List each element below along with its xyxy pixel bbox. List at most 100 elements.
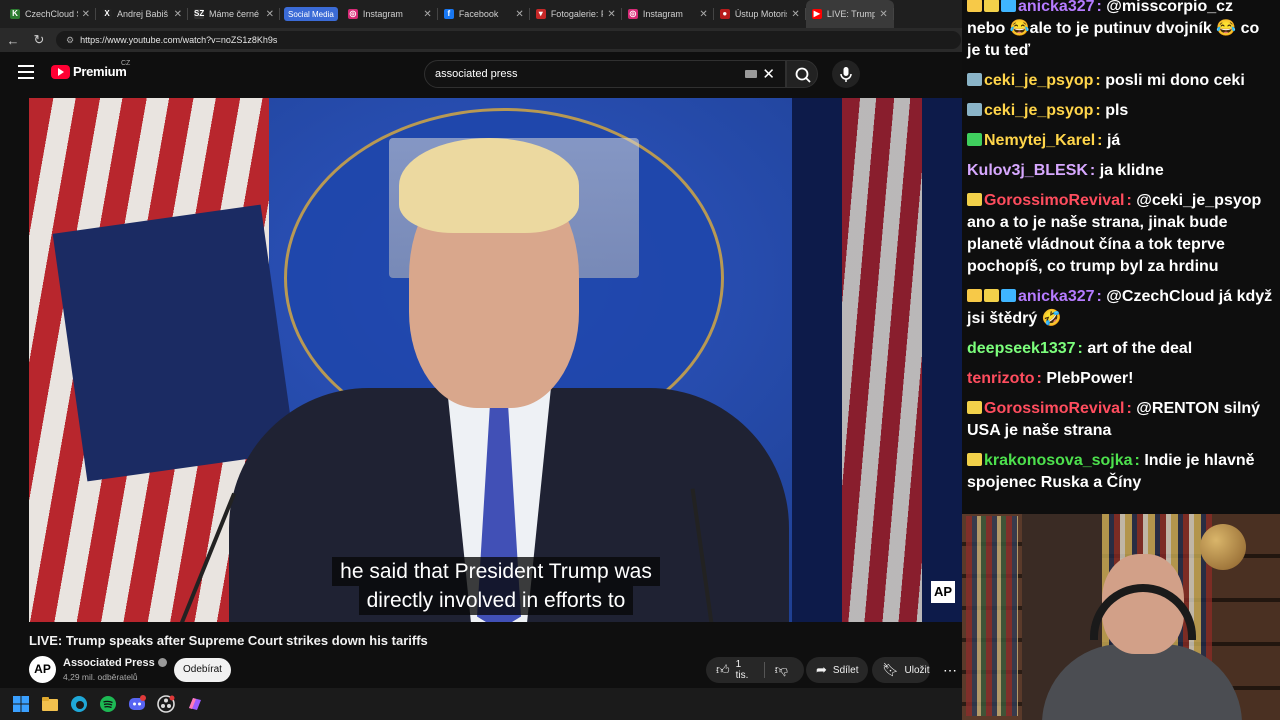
browser-tab[interactable]: SZ Máme černé na ✕ <box>188 0 280 28</box>
site-info-icon[interactable]: ⚙ <box>66 35 74 46</box>
copilot-icon[interactable] <box>184 693 206 715</box>
chat-text: já <box>1106 132 1121 149</box>
ap-watermark: AP <box>931 581 955 603</box>
chat-username[interactable]: Kulov3j_BLESK <box>967 162 1088 179</box>
back-arrow-icon[interactable]: ← <box>0 33 26 48</box>
search-query: associated press <box>435 68 518 80</box>
clap-badge-icon <box>967 401 982 414</box>
chat-username[interactable]: ceki_je_psyop <box>984 102 1093 119</box>
caption-line-1: he said that President Trump was <box>332 557 660 586</box>
youtube-premium-logo[interactable]: Premium CZ <box>51 60 130 79</box>
caption-line-2: directly involved in efforts to <box>358 586 634 615</box>
subscribe-button[interactable]: Odebírat <box>174 658 231 682</box>
thumbs-down-icon[interactable]: 👎︎ <box>775 662 788 678</box>
tab-label: LIVE: Trump <box>826 9 876 19</box>
chat-message: GorossimoRevival: @ceki_je_psyop ano a t… <box>967 192 1262 275</box>
gem-badge-icon <box>967 133 982 146</box>
chat-message: GorossimoRevival: @RENTON silný USA je n… <box>967 400 1261 439</box>
browser-tab[interactable]: ◎ Instagram ✕ <box>342 0 438 28</box>
tab-close-icon[interactable]: ✕ <box>699 9 707 20</box>
chat-username[interactable]: Nemytej_Karel <box>984 132 1095 149</box>
spotify-icon[interactable] <box>97 693 119 715</box>
discord-icon[interactable] <box>126 693 148 715</box>
speaker-hair <box>399 138 579 233</box>
chat-message: anicka327: @misscorpio_cz nebo 😂ale to j… <box>967 0 1260 59</box>
share-arrow-icon: ➦ <box>816 662 827 677</box>
windows-taskbar <box>0 688 962 720</box>
chat-message: Nemytej_Karel: já <box>967 130 1274 152</box>
chat-text: art of the deal <box>1087 340 1193 357</box>
youtube-header: Premium CZ associated press ✕ <box>0 52 962 94</box>
chat-username[interactable]: deepseek1337 <box>967 340 1076 357</box>
clear-search-icon[interactable]: ✕ <box>762 65 775 83</box>
share-label: Sdílet <box>832 664 859 676</box>
edge-browser-icon[interactable] <box>68 693 90 715</box>
browser-tab[interactable]: K CzechCloud Stre ✕ <box>4 0 96 28</box>
chat-message: anicka327: @CzechCloud já když jsi štědr… <box>967 288 1273 327</box>
tab-close-icon[interactable]: ✕ <box>607 9 615 20</box>
flag-right-stripes <box>842 98 922 622</box>
tab-close-icon[interactable]: ✕ <box>879 9 887 20</box>
video-title: LIVE: Trump speaks after Supreme Court s… <box>29 633 428 648</box>
browser-tab[interactable]: f Facebook ✕ <box>438 0 530 28</box>
url-field[interactable]: ⚙ https://www.youtube.com/watch?v=noZS1z… <box>56 31 961 49</box>
channel-name-row[interactable]: Associated Press <box>63 657 167 669</box>
chat-message: Kulov3j_BLESK: ja klidne <box>967 162 1164 179</box>
video-player[interactable]: AP <box>29 98 962 622</box>
share-button[interactable]: ➦ Sdílet <box>806 657 868 683</box>
channel-avatar[interactable]: AP <box>29 656 56 683</box>
tab-close-icon[interactable]: ✕ <box>82 9 90 20</box>
more-actions-icon[interactable]: ⋯ <box>938 657 962 683</box>
crown-badge-icon <box>967 0 982 12</box>
crown-badge-icon <box>967 289 982 302</box>
hamburger-menu-icon[interactable] <box>18 65 34 79</box>
tab-label: Facebook <box>458 9 499 19</box>
search-icon <box>795 67 811 83</box>
save-label: Uložit <box>904 664 930 676</box>
tab-favicon-icon: X <box>102 9 112 19</box>
tab-close-icon[interactable]: ✕ <box>791 9 799 20</box>
keyboard-icon[interactable] <box>745 70 757 78</box>
tab-label: Andrej Babiš na <box>117 9 170 19</box>
search-button[interactable] <box>786 60 818 88</box>
tab-close-icon[interactable]: ✕ <box>423 9 431 20</box>
tab-close-icon[interactable]: ✕ <box>174 9 182 20</box>
browser-tab[interactable]: ● Ústup Motoristů✕ <box>714 0 806 28</box>
tab-close-icon[interactable]: ✕ <box>515 9 523 20</box>
chat-username[interactable]: GorossimoRevival <box>984 400 1125 417</box>
chat-username[interactable]: krakonosova_sojka <box>984 452 1133 469</box>
search-input[interactable]: associated press ✕ <box>424 60 786 88</box>
logo-wordmark: Premium <box>73 64 127 79</box>
chat-text: PlebPower! <box>1046 370 1134 387</box>
tab-label: Ústup Motoristů <box>734 9 788 19</box>
tab-close-icon[interactable]: ✕ <box>266 9 274 20</box>
chat-username[interactable]: GorossimoRevival <box>984 192 1125 209</box>
tab-group-label[interactable]: Social Media <box>284 7 338 21</box>
reload-icon[interactable]: ↻ <box>26 32 52 48</box>
file-explorer-icon[interactable] <box>39 693 61 715</box>
microphone-icon <box>840 67 852 82</box>
cube-badge-icon <box>1001 289 1016 302</box>
chat-username[interactable]: ceki_je_psyop <box>984 72 1093 89</box>
browser-tab[interactable]: ◎ Instagram ✕ <box>622 0 714 28</box>
youtube-play-icon <box>51 64 70 79</box>
rocket-badge-icon <box>967 73 982 86</box>
browser-tab[interactable]: X Andrej Babiš na ✕ <box>96 0 188 28</box>
tab-favicon-icon: ▾ <box>535 9 546 19</box>
chat-username[interactable]: tenrizoto <box>967 370 1035 387</box>
chat-username[interactable]: anicka327 <box>1018 288 1095 305</box>
save-button[interactable]: 🔖︎ Uložit <box>872 657 930 683</box>
channel-name[interactable]: Associated Press <box>63 657 155 669</box>
tab-label: CzechCloud Stre <box>25 9 78 19</box>
chat-username[interactable]: anicka327 <box>1018 0 1095 15</box>
like-count[interactable]: 1 tis. <box>736 659 754 681</box>
subscriber-count: 4,29 mil. odběratelů <box>63 672 138 682</box>
voice-search-button[interactable] <box>832 60 860 88</box>
thumbs-up-icon[interactable]: 👍︎ <box>716 662 730 678</box>
obs-icon[interactable] <box>155 693 177 715</box>
browser-tab[interactable]: ▶ LIVE: Trump ✕ <box>805 0 894 28</box>
tab-label: Máme černé na <box>209 9 262 19</box>
tab-favicon-icon: K <box>10 9 20 19</box>
windows-start-icon[interactable] <box>10 693 32 715</box>
browser-tab[interactable]: ▾ Fotogalerie: Pre✕ <box>530 0 622 28</box>
